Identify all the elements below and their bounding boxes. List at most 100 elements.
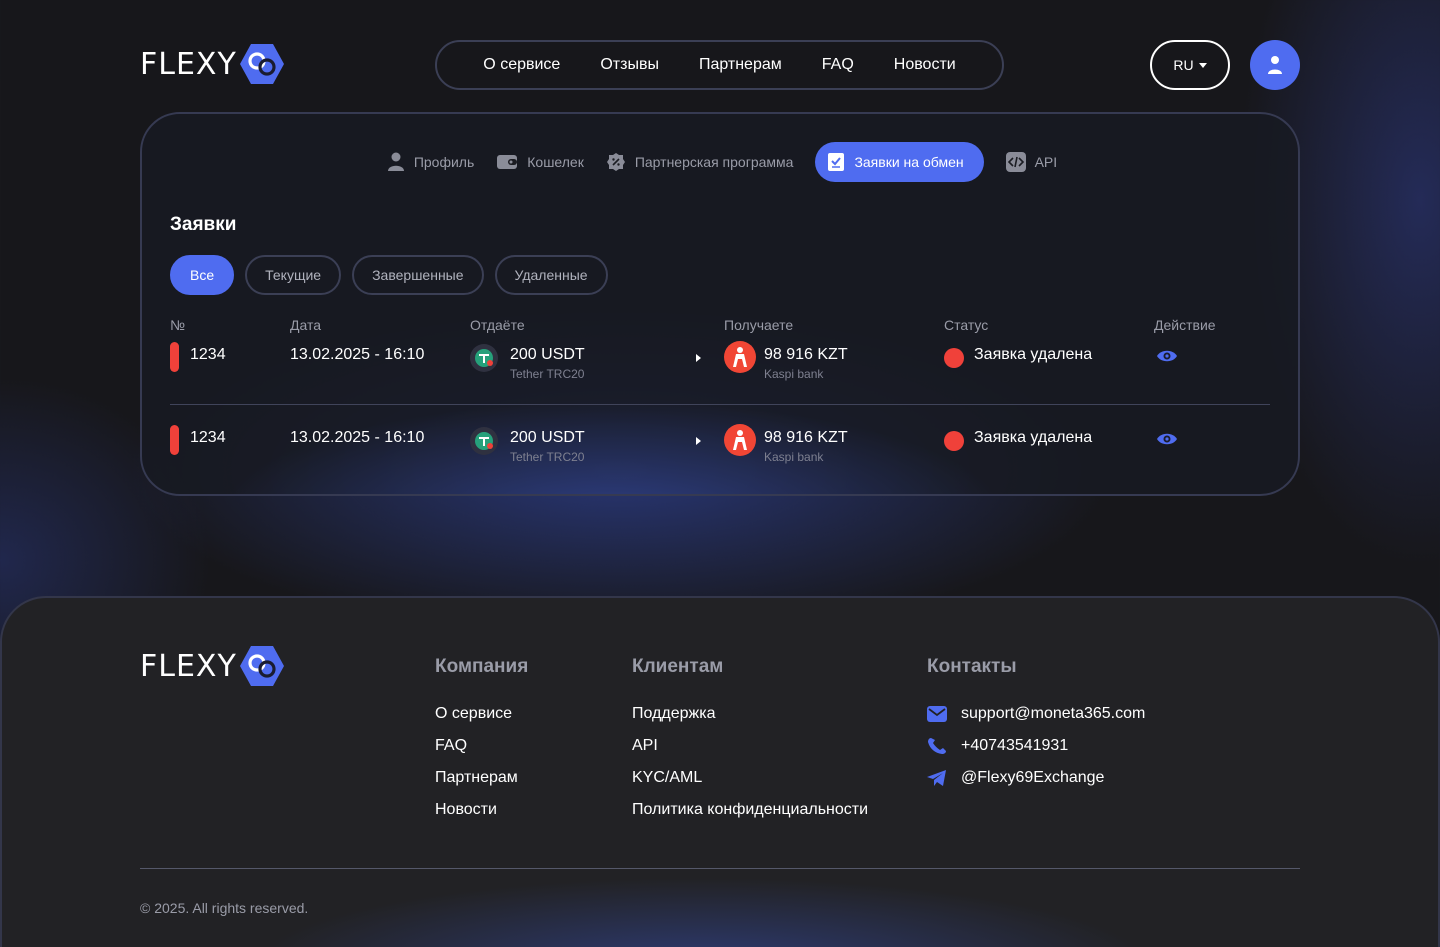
table-row: 1234 13.02.2025 - 16:10 200 USDT Tether … <box>142 423 1302 483</box>
order-date: 13.02.2025 - 16:10 <box>290 429 425 446</box>
hexagon-logo-icon <box>239 44 284 84</box>
tab-label: Профиль <box>413 154 475 170</box>
filter-all[interactable]: Все <box>170 255 235 295</box>
kaspi-bank-icon <box>724 341 756 373</box>
footer-column-title: Клиентам <box>632 656 724 677</box>
main-nav: О сервисе Отзывы Партнерам FAQ Новости <box>435 40 1004 90</box>
tether-icon <box>470 427 498 455</box>
contact-phone[interactable]: +40743541931 <box>927 730 1145 762</box>
brand-name: FLEXY <box>140 648 237 684</box>
give-amount: 200 USDT <box>510 346 585 363</box>
column-header-give: Отдаёте <box>470 317 525 333</box>
order-number: 1234 <box>190 346 226 363</box>
column-header-get: Получаете <box>724 317 794 333</box>
status-indicator-bar <box>170 342 179 372</box>
code-icon <box>1005 152 1026 172</box>
give-block: 200 USDT Tether TRC20 <box>510 346 585 381</box>
user-icon <box>387 152 404 171</box>
tab-label: Заявки на обмен <box>854 154 964 170</box>
arrow-right-icon <box>696 437 701 445</box>
nav-item-news[interactable]: Новости <box>894 56 956 74</box>
get-method: Kaspi bank <box>764 367 824 381</box>
tab-profile[interactable]: Профиль <box>387 142 474 182</box>
contact-email[interactable]: support@moneta365.com <box>927 698 1145 730</box>
user-icon <box>1268 56 1282 74</box>
footer-link-faq[interactable]: FAQ <box>435 730 528 762</box>
tab-partner-program[interactable]: Партнерская программа <box>606 142 794 182</box>
footer-clients-column: Клиентам Поддержка API KYC/AML Политика … <box>632 656 868 826</box>
copyright: © 2025. All rights reserved. <box>140 900 309 916</box>
order-date: 13.02.2025 - 16:10 <box>290 346 425 363</box>
nav-item-reviews[interactable]: Отзывы <box>600 56 659 74</box>
table-row: 1234 13.02.2025 - 16:10 200 USDT Tether … <box>142 340 1302 400</box>
get-amount: 98 916 KZT <box>764 346 848 363</box>
account-card: Профиль Кошелек Партнерская программа За… <box>140 112 1300 496</box>
order-status: Заявка удалена <box>974 429 1093 446</box>
percent-badge-icon <box>606 153 625 171</box>
give-method: Tether TRC20 <box>510 450 585 464</box>
hexagon-logo-icon <box>239 646 284 686</box>
tab-wallet[interactable]: Кошелек <box>496 142 584 182</box>
chevron-down-icon <box>1198 62 1207 68</box>
status-dot <box>944 431 964 451</box>
footer-column-title: Компания <box>435 656 529 677</box>
kaspi-bank-icon <box>724 424 756 456</box>
footer-logo[interactable]: FLEXY <box>140 644 285 688</box>
order-number: 1234 <box>190 429 226 446</box>
nav-item-about[interactable]: О сервисе <box>483 56 560 74</box>
get-amount: 98 916 KZT <box>764 429 848 446</box>
footer: FLEXY Компания О сервисе FAQ Партнерам Н… <box>0 596 1440 947</box>
phone-icon <box>928 738 946 754</box>
footer-link-partners[interactable]: Партнерам <box>435 762 528 794</box>
order-status: Заявка удалена <box>974 346 1093 363</box>
give-amount: 200 USDT <box>510 429 585 446</box>
receipt-check-icon <box>828 153 845 171</box>
column-header-number: № <box>170 317 186 333</box>
status-indicator-bar <box>170 425 179 455</box>
account-tabs: Профиль Кошелек Партнерская программа За… <box>142 142 1302 182</box>
get-block: 98 916 KZT Kaspi bank <box>764 346 848 381</box>
order-filters: Все Текущие Завершенные Удаленные <box>170 255 608 295</box>
get-method: Kaspi bank <box>764 450 824 464</box>
eye-icon[interactable] <box>1156 348 1178 364</box>
status-dot <box>944 348 964 368</box>
contact-telegram-value: @Flexy69Exchange <box>961 769 1105 786</box>
language-select[interactable]: RU <box>1150 40 1230 90</box>
eye-icon[interactable] <box>1156 431 1178 447</box>
give-method: Tether TRC20 <box>510 367 585 381</box>
tab-label: API <box>1034 154 1058 170</box>
footer-link-privacy-policy[interactable]: Политика конфиденциальности <box>632 794 868 826</box>
filter-completed[interactable]: Завершенные <box>352 255 484 295</box>
brand-logo[interactable]: FLEXY <box>140 42 285 86</box>
tab-label: Партнерская программа <box>634 154 794 170</box>
section-title: Заявки <box>170 214 237 235</box>
arrow-right-icon <box>696 354 701 362</box>
footer-column-title: Контакты <box>927 656 1017 677</box>
nav-item-faq[interactable]: FAQ <box>822 56 854 74</box>
get-block: 98 916 KZT Kaspi bank <box>764 429 848 464</box>
wallet-icon <box>497 155 518 169</box>
contact-phone-value: +40743541931 <box>961 737 1069 754</box>
language-value: RU <box>1173 57 1194 73</box>
footer-link-kyc-aml[interactable]: KYC/AML <box>632 762 868 794</box>
contact-telegram[interactable]: @Flexy69Exchange <box>927 762 1145 794</box>
tab-exchange-orders[interactable]: Заявки на обмен <box>815 142 984 182</box>
row-divider <box>170 404 1270 405</box>
give-block: 200 USDT Tether TRC20 <box>510 429 585 464</box>
footer-link-about[interactable]: О сервисе <box>435 698 528 730</box>
footer-link-support[interactable]: Поддержка <box>632 698 868 730</box>
mail-icon <box>927 706 947 722</box>
footer-contacts-column: Контакты support@moneta365.com +40743541… <box>927 656 1145 794</box>
contact-email-value: support@moneta365.com <box>961 705 1146 722</box>
filter-current[interactable]: Текущие <box>245 255 342 295</box>
tab-api[interactable]: API <box>1005 142 1058 182</box>
profile-button[interactable] <box>1250 40 1300 90</box>
tab-label: Кошелек <box>527 154 584 170</box>
nav-item-partners[interactable]: Партнерам <box>699 56 782 74</box>
footer-link-api[interactable]: API <box>632 730 868 762</box>
tether-icon <box>470 344 498 372</box>
filter-deleted[interactable]: Удаленные <box>494 255 608 295</box>
brand-name: FLEXY <box>140 46 237 82</box>
footer-link-news[interactable]: Новости <box>435 794 528 826</box>
column-header-status: Статус <box>944 317 989 333</box>
